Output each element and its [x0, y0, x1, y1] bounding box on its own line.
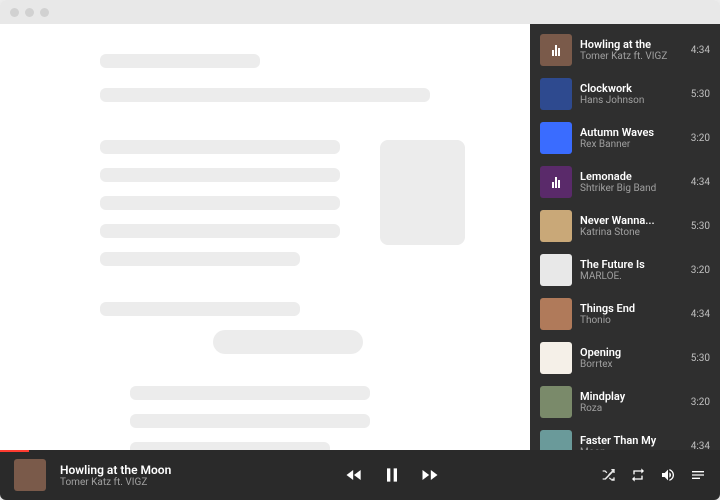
skeleton-line [100, 252, 300, 266]
queue-track[interactable]: ClockworkHans Johnson 5:30 [530, 72, 720, 116]
track-artist: Roza [580, 403, 683, 414]
skeleton-line [100, 196, 340, 210]
skeleton-line [100, 302, 300, 316]
track-duration: 4:34 [691, 45, 710, 56]
track-art [540, 34, 572, 66]
skeleton-group [130, 386, 460, 450]
shuffle-icon[interactable] [600, 467, 616, 483]
pause-icon[interactable] [382, 465, 402, 485]
track-duration: 4:34 [691, 441, 710, 451]
content-area [0, 24, 530, 450]
skeleton-line [100, 140, 340, 154]
track-art [540, 122, 572, 154]
skeleton-card [380, 140, 465, 245]
track-meta: OpeningBorrtex [580, 346, 683, 370]
repeat-icon[interactable] [630, 467, 646, 483]
queue-track[interactable]: Things EndThonio 4:34 [530, 292, 720, 336]
track-duration: 5:30 [691, 221, 710, 232]
track-artist: Thonio [580, 315, 683, 326]
track-meta: Howling at theTomer Katz ft. VIGZ [580, 38, 683, 62]
track-art [540, 210, 572, 242]
app-window: Howling at theTomer Katz ft. VIGZ4:34Clo… [0, 0, 720, 500]
skeleton-line [100, 54, 260, 68]
queue-icon[interactable] [690, 467, 706, 483]
track-artist: Hans Johnson [580, 95, 683, 106]
track-duration: 5:30 [691, 353, 710, 364]
track-duration: 4:34 [691, 309, 710, 320]
track-meta: Autumn WavesRex Banner [580, 126, 683, 150]
track-art [540, 166, 572, 198]
track-art [540, 298, 572, 330]
skeleton-line [100, 88, 430, 102]
skeleton-line [100, 168, 340, 182]
window-minimize-dot[interactable] [25, 8, 34, 17]
track-title: Faster Than My [580, 434, 683, 447]
track-art [540, 386, 572, 418]
track-title: Autumn Waves [580, 126, 683, 139]
queue-track[interactable]: LemonadeShtriker Big Band 4:34 [530, 160, 720, 204]
queue-track[interactable]: OpeningBorrtex 5:30 [530, 336, 720, 380]
main-body: Howling at theTomer Katz ft. VIGZ 4:34 Clo… [0, 24, 720, 450]
track-art [540, 342, 572, 374]
track-title: Lemonade [580, 170, 683, 183]
queue-track[interactable]: Howling at theTomer Katz ft. VIGZ 4:34 [530, 28, 720, 72]
equalizer-icon [552, 44, 560, 56]
next-icon[interactable] [420, 465, 440, 485]
skeleton-line [130, 442, 330, 450]
now-playing-meta: Howling at the Moon Tomer Katz ft. VIGZ [60, 463, 260, 488]
track-meta: ClockworkHans Johnson [580, 82, 683, 106]
queue-panel[interactable]: Howling at theTomer Katz ft. VIGZ 4:34 Clo… [530, 24, 720, 450]
track-meta: MindplayRoza [580, 390, 683, 414]
queue-track[interactable]: The Future IsMARLOE. 3:20 [530, 248, 720, 292]
queue-track[interactable]: Faster Than MyMoon 4:34 [530, 424, 720, 450]
player-right-controls [600, 467, 706, 483]
track-duration: 3:20 [691, 133, 710, 144]
skeleton-line [130, 414, 370, 428]
track-title: Clockwork [580, 82, 683, 95]
track-art [540, 254, 572, 286]
track-title: Opening [580, 346, 683, 359]
track-duration: 4:34 [691, 177, 710, 188]
track-title: Things End [580, 302, 683, 315]
skeleton-pill [213, 330, 363, 354]
track-duration: 3:20 [691, 397, 710, 408]
track-title: Never Wanna... [580, 214, 683, 227]
track-artist: Katrina Stone [580, 227, 683, 238]
track-artist: Rex Banner [580, 139, 683, 150]
track-art [540, 430, 572, 450]
skeleton-line [130, 386, 370, 400]
queue-track[interactable]: MindplayRoza 3:20 [530, 380, 720, 424]
queue-track[interactable]: Never Wanna...Katrina Stone 5:30 [530, 204, 720, 248]
volume-icon[interactable] [660, 467, 676, 483]
now-playing-title: Howling at the Moon [60, 463, 260, 477]
progress-bar[interactable] [0, 450, 29, 452]
track-artist: Shtriker Big Band [580, 183, 683, 194]
skeleton-line [100, 224, 340, 238]
track-artist: Borrtex [580, 359, 683, 370]
track-duration: 5:30 [691, 89, 710, 100]
window-titlebar [0, 0, 720, 24]
track-title: Mindplay [580, 390, 683, 403]
track-meta: Never Wanna...Katrina Stone [580, 214, 683, 238]
track-artist: Tomer Katz ft. VIGZ [580, 51, 683, 62]
track-title: Howling at the [580, 38, 683, 51]
window-close-dot[interactable] [10, 8, 19, 17]
window-zoom-dot[interactable] [40, 8, 49, 17]
track-title: The Future Is [580, 258, 683, 271]
queue-track[interactable]: Autumn WavesRex Banner 3:20 [530, 116, 720, 160]
track-art [540, 78, 572, 110]
equalizer-icon [552, 176, 560, 188]
track-meta: The Future IsMARLOE. [580, 258, 683, 282]
now-playing-art[interactable] [14, 459, 46, 491]
track-artist: MARLOE. [580, 271, 683, 282]
track-meta: LemonadeShtriker Big Band [580, 170, 683, 194]
now-playing-artist: Tomer Katz ft. VIGZ [60, 477, 260, 488]
playback-controls [344, 465, 440, 485]
track-meta: Faster Than MyMoon [580, 434, 683, 450]
prev-icon[interactable] [344, 465, 364, 485]
track-meta: Things EndThonio [580, 302, 683, 326]
player-bar: Howling at the Moon Tomer Katz ft. VIGZ [0, 450, 720, 500]
track-duration: 3:20 [691, 265, 710, 276]
